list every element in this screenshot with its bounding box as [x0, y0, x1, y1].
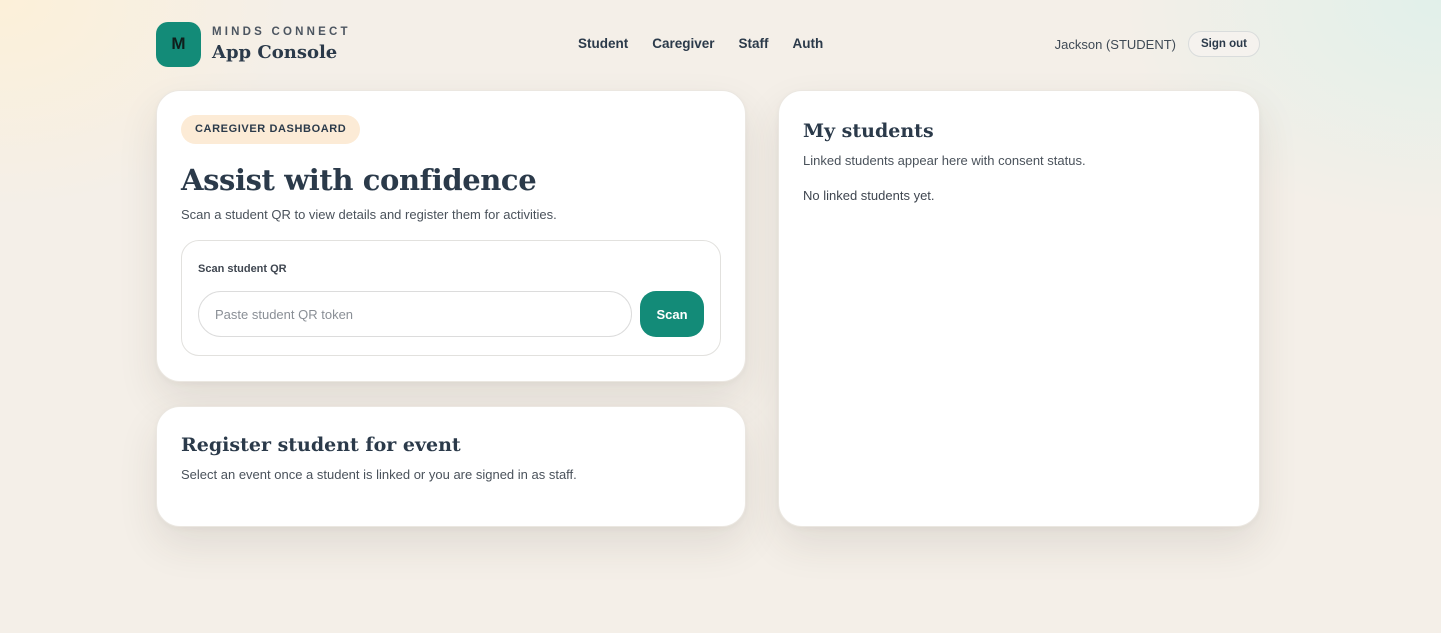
- top-bar: M MINDS CONNECT App Console Student Care…: [156, 20, 1260, 68]
- scan-qr-panel: Scan student QR Scan: [181, 240, 721, 356]
- scan-button[interactable]: Scan: [640, 291, 704, 337]
- dashboard-badge: CAREGIVER DASHBOARD: [181, 115, 361, 144]
- brand[interactable]: M MINDS CONNECT App Console: [156, 21, 351, 67]
- qr-token-input[interactable]: [198, 291, 632, 337]
- app-logo: M: [156, 21, 201, 67]
- main-nav: Student Caregiver Staff Auth: [578, 36, 823, 51]
- my-students-card: My students Linked students appear here …: [778, 90, 1260, 527]
- nav-item-staff[interactable]: Staff: [739, 36, 769, 51]
- scan-qr-row: Scan: [198, 291, 704, 337]
- nav-item-student[interactable]: Student: [578, 36, 628, 51]
- register-event-card: Register student for event Select an eve…: [156, 406, 746, 527]
- my-students-subtitle: Linked students appear here with consent…: [803, 153, 1086, 168]
- scan-qr-label: Scan student QR: [198, 263, 287, 275]
- register-event-title: Register student for event: [181, 434, 461, 456]
- brand-text: MINDS CONNECT App Console: [212, 25, 351, 63]
- sign-out-button[interactable]: Sign out: [1188, 31, 1260, 57]
- empty-students-message: No linked students yet.: [803, 188, 935, 203]
- page-subtitle: Scan a student QR to view details and re…: [181, 207, 557, 222]
- register-event-subtitle: Select an event once a student is linked…: [181, 467, 577, 482]
- brand-kicker: MINDS CONNECT: [212, 26, 351, 38]
- user-area: Jackson (STUDENT) Sign out: [1055, 31, 1260, 57]
- nav-item-caregiver[interactable]: Caregiver: [652, 36, 714, 51]
- my-students-title: My students: [803, 120, 934, 142]
- app-title: App Console: [212, 42, 338, 63]
- nav-item-auth[interactable]: Auth: [793, 36, 824, 51]
- caregiver-dashboard-card: CAREGIVER DASHBOARD Assist with confiden…: [156, 90, 746, 382]
- current-user-label: Jackson (STUDENT): [1054, 36, 1176, 52]
- page-title: Assist with confidence: [181, 163, 537, 197]
